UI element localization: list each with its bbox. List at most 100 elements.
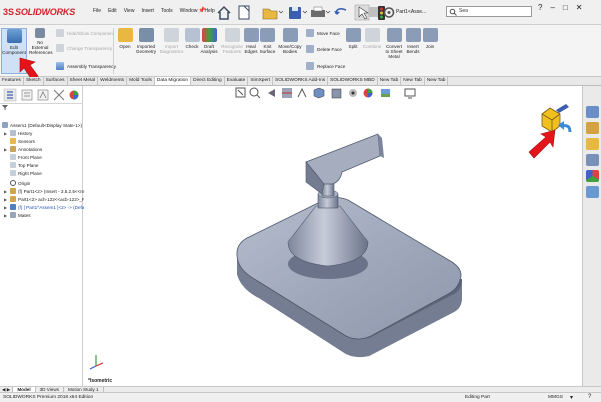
- tab-new-tab-1[interactable]: New Tab: [378, 77, 402, 85]
- feature-manager-tab-icon[interactable]: [3, 88, 17, 101]
- print-icon[interactable]: [311, 6, 331, 17]
- tree-item-part1-assem1[interactable]: ▶ (f) [ Part1^Assem1 ]<2> -> (Defau: [4, 204, 87, 210]
- move-face-button[interactable]: Move Face: [306, 29, 340, 37]
- open-folder-icon[interactable]: [262, 8, 284, 20]
- tab-surfaces[interactable]: Surfaces: [44, 77, 68, 85]
- tab-sketch[interactable]: Sketch: [24, 77, 44, 85]
- solidworks-logo[interactable]: 3S SOLIDWORKS: [3, 5, 75, 19]
- units-dropdown-icon[interactable]: ▾: [570, 394, 573, 401]
- expand-arrow-icon[interactable]: ▶: [4, 205, 8, 210]
- new-document-icon[interactable]: [238, 5, 250, 20]
- check-button[interactable]: Check: [185, 28, 200, 49]
- move-copy-bodies-button[interactable]: Move/Copy Bodies: [277, 28, 303, 54]
- expand-arrow-icon[interactable]: ▶: [4, 147, 8, 152]
- zoom-to-area-icon[interactable]: [249, 87, 261, 99]
- tree-item-top-plane[interactable]: Top Plane: [4, 162, 38, 168]
- tree-item-annotations[interactable]: ▶ Annotations: [4, 146, 42, 152]
- dimxpert-tab-icon[interactable]: [53, 89, 65, 100]
- join-button[interactable]: Join: [423, 28, 438, 49]
- tab-direct-editing[interactable]: Direct Editing: [191, 77, 225, 85]
- tree-filter-icon[interactable]: [0, 104, 83, 111]
- hide-show-component-button[interactable]: Hide/Show Component: [56, 29, 114, 37]
- minimize-icon[interactable]: –: [550, 3, 554, 12]
- tab-new-tab-3[interactable]: New Tab: [425, 77, 449, 85]
- heal-edges-button[interactable]: Heal Edges: [244, 28, 259, 54]
- search-input[interactable]: Sea: [446, 6, 532, 17]
- tab-features[interactable]: Features: [0, 77, 24, 85]
- custom-properties-icon[interactable]: [586, 186, 599, 198]
- tab-new-tab-2[interactable]: New Tab: [401, 77, 425, 85]
- tab-mold-tools[interactable]: Mold Tools: [127, 77, 155, 85]
- menu-view[interactable]: View: [124, 8, 135, 14]
- rebuild-icon[interactable]: [369, 7, 378, 17]
- restore-icon[interactable]: □: [563, 3, 568, 12]
- close-icon[interactable]: ✕: [576, 3, 583, 12]
- graphics-area[interactable]: *Isometric: [84, 86, 581, 386]
- dynamic-annotation-icon[interactable]: [297, 87, 307, 98]
- tree-root[interactable]: Assem1 (Default<Display State-1>): [2, 122, 82, 128]
- tree-item-origin[interactable]: Origin: [4, 180, 30, 186]
- open-button[interactable]: Open: [116, 28, 134, 49]
- view-settings-icon[interactable]: [404, 88, 416, 99]
- tree-item-part1-ach[interactable]: ▶ Part1<2> ach-122<<acb-122>_Pi: [4, 196, 86, 202]
- tree-item-sensors[interactable]: Sensors: [4, 138, 35, 144]
- tree-item-part1-insert[interactable]: ▶ (f) Part1<2> (Insert - 3.5.2.5<<Insi: [4, 188, 87, 194]
- previous-view-icon[interactable]: [268, 89, 275, 97]
- knit-surface-button[interactable]: Knit Surface: [259, 28, 276, 54]
- solidworks-resources-icon[interactable]: [586, 106, 599, 118]
- tree-item-history[interactable]: ▶ History: [4, 130, 32, 136]
- section-view-icon[interactable]: [282, 88, 292, 98]
- recognize-features-button[interactable]: Recognize Features: [220, 28, 244, 54]
- select-icon[interactable]: [354, 4, 370, 21]
- split-button[interactable]: Split: [346, 28, 361, 49]
- model-3d-part[interactable]: [84, 86, 581, 386]
- expand-arrow-icon[interactable]: ▶: [4, 197, 8, 202]
- assembly-transparency-button[interactable]: Assembly Transparency: [56, 62, 116, 70]
- tree-item-front-plane[interactable]: Front Plane: [4, 154, 42, 160]
- undo-icon[interactable]: [334, 8, 347, 15]
- tab-evaluate[interactable]: Evaluate: [225, 77, 249, 85]
- tab-solidworks-addins[interactable]: SOLIDWORKS Add-Ins: [273, 77, 329, 85]
- delete-face-button[interactable]: Delete Face: [306, 45, 342, 53]
- tab-solidworks-mbd[interactable]: SOLIDWORKS MBD: [328, 77, 378, 85]
- display-style-icon[interactable]: [331, 88, 342, 99]
- no-external-references-button[interactable]: No External References: [29, 28, 53, 55]
- pin-icon[interactable]: 📌: [198, 7, 205, 14]
- menu-tools[interactable]: Tools: [161, 8, 173, 14]
- menu-help[interactable]: Help: [204, 8, 214, 14]
- convert-to-sheet-metal-button[interactable]: Convert to Sheet Metal: [384, 28, 404, 59]
- help-icon[interactable]: ?: [538, 3, 542, 12]
- draft-analysis-button[interactable]: Draft Analysis: [200, 28, 218, 54]
- change-transparency-button[interactable]: Change Transparency: [56, 44, 112, 52]
- expand-arrow-icon[interactable]: ▶: [4, 131, 8, 136]
- expand-arrow-icon[interactable]: ▶: [4, 189, 8, 194]
- gear-icon[interactable]: [383, 7, 395, 18]
- view-orientation-icon[interactable]: [313, 87, 325, 99]
- tab-weldments[interactable]: Weldments: [98, 77, 128, 85]
- display-manager-tab-icon[interactable]: [69, 90, 79, 99]
- imported-geometry-button[interactable]: Imported Geometry: [135, 28, 157, 54]
- file-explorer-icon[interactable]: [586, 138, 599, 150]
- design-library-icon[interactable]: [586, 122, 599, 134]
- tree-item-right-plane[interactable]: Right Plane: [4, 170, 42, 176]
- menu-edit[interactable]: Edit: [108, 8, 117, 14]
- tab-data-migration[interactable]: Data Migration: [154, 77, 192, 85]
- menu-insert[interactable]: Insert: [141, 8, 154, 14]
- apply-scene-icon[interactable]: [381, 89, 390, 97]
- appearances-icon[interactable]: [586, 170, 599, 182]
- insert-bends-button[interactable]: Insert Bends: [405, 28, 421, 54]
- edit-appearance-icon[interactable]: [363, 88, 373, 98]
- menu-file[interactable]: File: [93, 8, 101, 14]
- tree-item-mates[interactable]: ▶ Mates: [4, 212, 31, 218]
- zoom-to-fit-icon[interactable]: [235, 87, 246, 98]
- status-help-icon[interactable]: ?: [588, 394, 591, 400]
- property-manager-tab-icon[interactable]: [21, 89, 33, 100]
- import-diagnostics-button[interactable]: Import Diagnostics: [159, 28, 184, 54]
- menu-window[interactable]: Window: [180, 8, 198, 14]
- units-selector[interactable]: MMGS: [548, 395, 563, 400]
- home-icon[interactable]: [217, 5, 231, 20]
- expand-arrow-icon[interactable]: ▶: [4, 213, 8, 218]
- tab-sheet-metal[interactable]: Sheet Metal: [68, 77, 99, 85]
- replace-face-button[interactable]: Replace Face: [306, 62, 345, 70]
- hide-show-items-icon[interactable]: [349, 89, 357, 97]
